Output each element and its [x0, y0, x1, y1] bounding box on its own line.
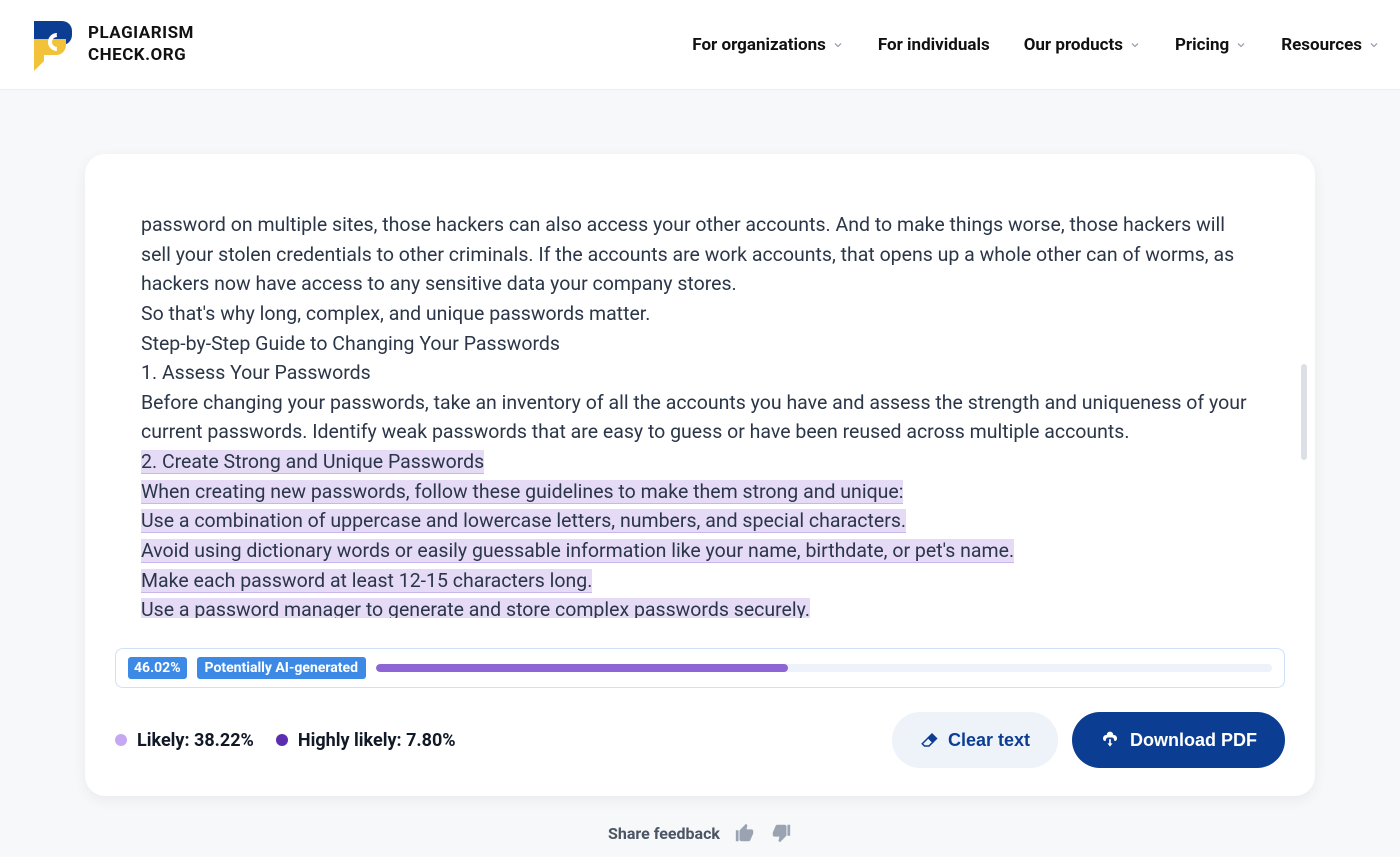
text-line: password on multiple sites, those hacker…	[141, 210, 1259, 299]
chevron-down-icon	[1129, 39, 1141, 51]
thumbs-down-icon[interactable]	[770, 822, 792, 844]
site-header: PLAGIARISM CHECK.ORG For organizations F…	[0, 0, 1400, 90]
chevron-down-icon	[1368, 39, 1380, 51]
scrollbar-thumb[interactable]	[1301, 364, 1307, 460]
text-line: Use a combination of uppercase and lower…	[141, 506, 1259, 536]
nav-individuals[interactable]: For individuals	[878, 35, 990, 55]
text-line: When creating new passwords, follow thes…	[141, 477, 1259, 507]
clear-text-button[interactable]: Clear text	[892, 712, 1058, 768]
nav-resources[interactable]: Resources	[1281, 35, 1380, 55]
actions: Clear text Download PDF	[892, 712, 1285, 768]
legend-likely: Likely: 38.22%	[115, 730, 254, 751]
eraser-icon	[920, 731, 938, 749]
download-pdf-button[interactable]: Download PDF	[1072, 712, 1285, 768]
nav-organizations[interactable]: For organizations	[692, 35, 844, 55]
ai-score-meter: 46.02% Potentially AI-generated	[115, 648, 1285, 688]
chevron-down-icon	[832, 39, 844, 51]
main-content: password on multiple sites, those hacker…	[0, 90, 1400, 796]
text-line: Avoid using dictionary words or easily g…	[141, 536, 1259, 566]
text-line: Make each password at least 12-15 charac…	[141, 566, 1259, 596]
share-feedback-label: Share feedback	[608, 824, 720, 843]
text-line: So that's why long, complex, and unique …	[141, 299, 1259, 329]
nav-products[interactable]: Our products	[1024, 35, 1141, 55]
meter-bar	[376, 664, 1272, 672]
text-line: 2. Create Strong and Unique Passwords	[141, 447, 1259, 477]
share-feedback: Share feedback	[0, 822, 1400, 844]
logo-text: PLAGIARISM CHECK.ORG	[88, 23, 194, 66]
nav-pricing[interactable]: Pricing	[1175, 35, 1247, 55]
dot-icon	[115, 734, 127, 746]
text-line: Step-by-Step Guide to Changing Your Pass…	[141, 329, 1259, 359]
results-card: password on multiple sites, those hacker…	[85, 154, 1315, 796]
text-line: Use a password manager to generate and s…	[141, 595, 1259, 618]
score-label-badge: Potentially AI-generated	[197, 657, 366, 679]
legend: Likely: 38.22% Highly likely: 7.80%	[115, 730, 456, 751]
download-icon	[1100, 730, 1120, 750]
logo[interactable]: PLAGIARISM CHECK.ORG	[30, 19, 194, 71]
chevron-down-icon	[1235, 39, 1247, 51]
legend-highly-likely: Highly likely: 7.80%	[276, 730, 456, 751]
analyzed-text: password on multiple sites, those hacker…	[85, 210, 1315, 618]
footer-row: Likely: 38.22% Highly likely: 7.80% Clea…	[85, 688, 1315, 768]
text-line: Before changing your passwords, take an …	[141, 388, 1259, 447]
top-nav: For organizations For individuals Our pr…	[692, 35, 1380, 55]
text-line: 1. Assess Your Passwords	[141, 358, 1259, 388]
dot-icon	[276, 734, 288, 746]
thumbs-up-icon[interactable]	[734, 822, 756, 844]
logo-icon	[30, 19, 74, 71]
score-percent-badge: 46.02%	[128, 657, 187, 679]
meter-fill	[376, 664, 788, 672]
